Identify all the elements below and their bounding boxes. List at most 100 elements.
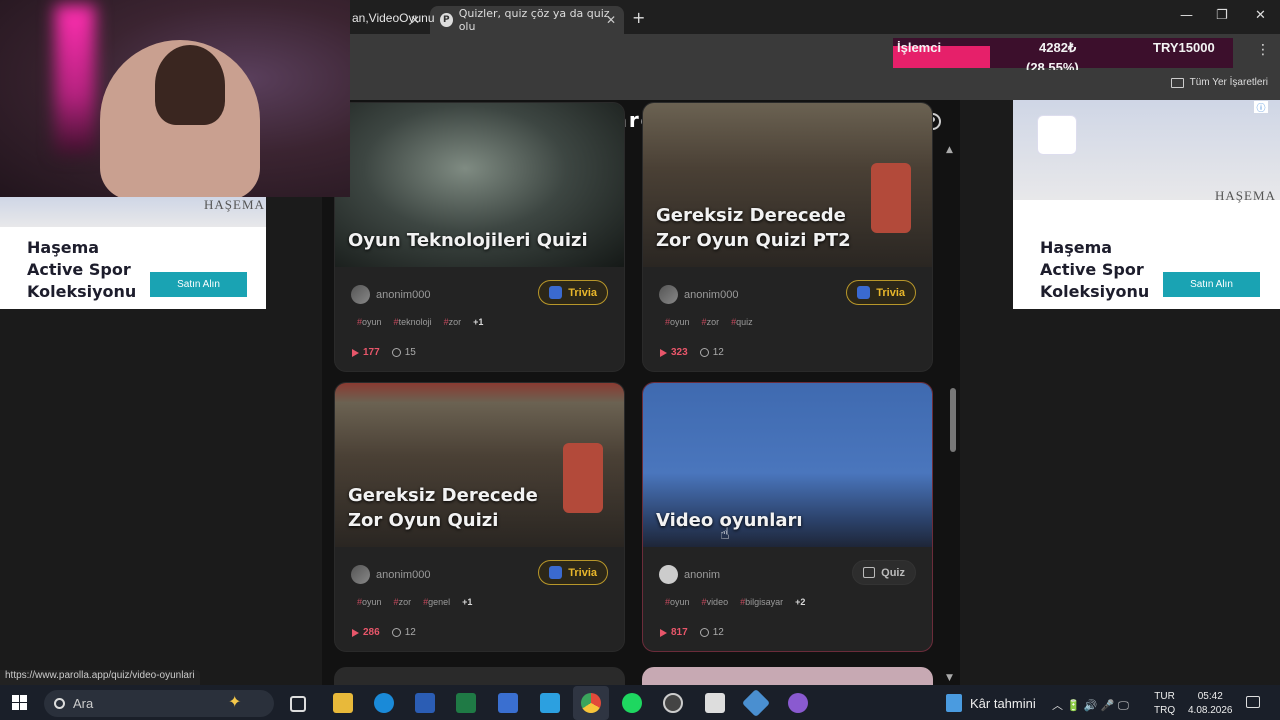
status-url: https://www.parolla.app/quiz/video-oyunl… xyxy=(0,670,200,685)
badge-trivia: Trivia xyxy=(538,280,608,305)
avatar xyxy=(659,565,678,584)
tag[interactable]: #zor xyxy=(444,317,462,327)
streamer-hair xyxy=(155,45,225,125)
author-name: anonim000 xyxy=(376,288,431,301)
cpu-currency: TRY15000 xyxy=(1153,40,1215,55)
card-image: Gereksiz Derecede Zor Oyun Quizi xyxy=(335,383,624,547)
all-bookmarks-label: Tüm Yer İşaretleri xyxy=(1189,77,1268,88)
ad-buy-button[interactable]: Satın Alın xyxy=(150,272,247,297)
address-url[interactable]: an,VideoOyunu xyxy=(352,11,435,25)
weather-widget[interactable]: Kâr tahmini xyxy=(946,694,1036,712)
brand-logo-icon xyxy=(1037,115,1077,155)
browser-menu-icon[interactable]: ⋮ xyxy=(1256,42,1270,58)
ad-brand: HAŞEMA xyxy=(204,197,265,212)
quiz-icon xyxy=(863,567,876,578)
scroll-down-icon[interactable]: ▼ xyxy=(946,673,953,683)
maximize-button[interactable]: ❐ xyxy=(1216,8,1228,23)
image-detail xyxy=(563,443,603,513)
app-icon[interactable] xyxy=(705,693,725,713)
tag[interactable]: #zor xyxy=(394,597,412,607)
card-author[interactable]: anonim000 xyxy=(351,285,430,304)
ad-headline: Haşema Active Spor Koleksiyonu xyxy=(1040,238,1150,301)
close-window-button[interactable]: ✕ xyxy=(1255,8,1266,23)
tag-more: +1 xyxy=(462,597,473,607)
windows-start-icon[interactable] xyxy=(12,695,27,710)
card-stats: 286 12 xyxy=(352,627,416,638)
tag[interactable]: #quiz xyxy=(731,317,753,327)
tab-active[interactable]: P Quizler, quiz çöz ya da quiz olu ✕ xyxy=(430,6,624,34)
app-icon[interactable] xyxy=(788,693,808,713)
card-image: Gereksiz Derecede Zor Oyun Quizi PT2 xyxy=(643,103,932,267)
edge-icon[interactable] xyxy=(374,693,394,713)
badge-label: Trivia xyxy=(568,566,597,579)
tag[interactable]: #zor xyxy=(702,317,720,327)
play-icon xyxy=(660,348,667,357)
tag[interactable]: #genel xyxy=(423,597,450,607)
quiz-card-partial[interactable] xyxy=(334,667,625,687)
card-author[interactable]: anonim xyxy=(659,565,720,584)
author-name: anonim000 xyxy=(376,568,431,581)
spotify-icon[interactable] xyxy=(622,693,642,713)
card-title: Gereksiz Derecede Zor Oyun Quizi PT2 xyxy=(656,205,851,251)
excel-icon[interactable] xyxy=(456,693,476,713)
close-tab-icon[interactable]: ✕ xyxy=(606,13,616,27)
tag[interactable]: #bilgisayar xyxy=(740,597,783,607)
all-bookmarks[interactable]: Tüm Yer İşaretleri xyxy=(1170,77,1268,88)
ad-left[interactable]: HAŞEMA Haşema Active Spor Koleksiyonu Satı… xyxy=(0,197,266,309)
cpu-value: 4282₺ xyxy=(1039,40,1077,55)
card-author[interactable]: anonim000 xyxy=(351,565,430,584)
system-tray-icons[interactable]: ︿ 🔋 🔊 🎤 🖵 xyxy=(1052,697,1129,713)
tag[interactable]: #oyun xyxy=(665,317,690,327)
trivia-icon xyxy=(857,286,871,299)
system-clock[interactable]: 05:42 4.08.2026 xyxy=(1188,690,1233,718)
tag[interactable]: #teknoloji xyxy=(394,317,432,327)
tag[interactable]: #oyun xyxy=(357,317,382,327)
play-count: 817 xyxy=(660,627,688,638)
notification-icon[interactable] xyxy=(1246,696,1260,708)
question-count: 12 xyxy=(699,627,724,638)
play-icon xyxy=(352,348,359,357)
minimize-button[interactable]: — xyxy=(1180,8,1193,23)
question-count: 12 xyxy=(391,627,416,638)
clock-icon xyxy=(391,348,401,357)
clock-icon xyxy=(699,628,709,637)
quiz-card-partial[interactable] xyxy=(642,667,933,687)
neon-light xyxy=(55,5,95,155)
card-image: Oyun Teknolojileri Quizi xyxy=(335,103,624,267)
author-name: anonim000 xyxy=(684,288,739,301)
card-author[interactable]: anonim000 xyxy=(659,285,738,304)
ad-info-icon[interactable]: ⓘ xyxy=(1254,101,1268,114)
scroll-up-icon[interactable]: ▲ xyxy=(946,145,953,155)
word-icon[interactable] xyxy=(415,693,435,713)
card-tags: #oyun #zor #genel +1 xyxy=(357,597,472,607)
store-icon[interactable] xyxy=(540,693,560,713)
quiz-card[interactable]: Gereksiz Derecede Zor Oyun Quizi PT2 anon… xyxy=(642,102,933,372)
hand-cursor-icon: ☝ xyxy=(720,524,730,543)
copilot-icon[interactable]: ✦ xyxy=(228,692,241,711)
new-tab-button[interactable]: + xyxy=(632,8,645,27)
language-indicator[interactable]: TUR TRQ xyxy=(1154,690,1175,718)
tag[interactable]: #video xyxy=(702,597,729,607)
tag[interactable]: #oyun xyxy=(665,597,690,607)
ad-headline: Haşema Active Spor Koleksiyonu xyxy=(27,238,137,301)
ad-right[interactable]: HAŞEMA Haşema Active Spor Koleksiyonu Satı… xyxy=(1013,100,1280,309)
card-image: Video oyunları xyxy=(643,383,932,547)
card-stats: 177 15 xyxy=(352,347,416,358)
scrollbar-thumb[interactable] xyxy=(950,388,956,452)
tag[interactable]: #oyun xyxy=(357,597,382,607)
folder-icon xyxy=(1170,77,1184,88)
quiz-card-hovered[interactable]: Video oyunları anonim Quiz #oyun #video … xyxy=(642,382,933,652)
quiz-card[interactable]: Oyun Teknolojileri Quizi anonim000 Trivi… xyxy=(334,102,625,372)
ad-buy-button[interactable]: Satın Alın xyxy=(1163,272,1260,297)
weather-label: Kâr tahmini xyxy=(970,695,1036,711)
obs-icon[interactable] xyxy=(663,693,683,713)
task-view-icon[interactable] xyxy=(290,696,306,712)
calculator-icon[interactable] xyxy=(498,693,518,713)
badge-trivia: Trivia xyxy=(846,280,916,305)
chrome-icon[interactable] xyxy=(581,693,601,713)
image-detail xyxy=(871,163,911,233)
quiz-card[interactable]: Gereksiz Derecede Zor Oyun Quizi anonim00… xyxy=(334,382,625,652)
file-explorer-icon[interactable] xyxy=(333,693,353,713)
badge-trivia: Trivia xyxy=(538,560,608,585)
clock-icon xyxy=(391,628,401,637)
